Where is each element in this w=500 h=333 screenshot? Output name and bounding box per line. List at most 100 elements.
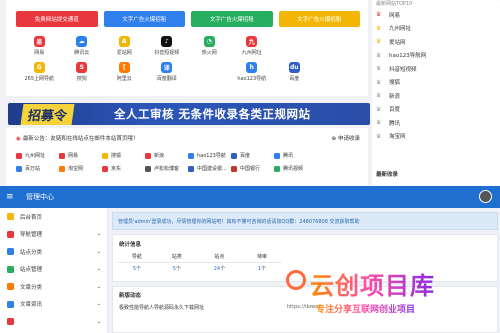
- crown-icon: ♛: [376, 119, 382, 127]
- crown-icon: ♛: [376, 11, 382, 19]
- site-favicon-icon: [274, 165, 280, 172]
- stats-value[interactable]: 5个: [157, 262, 197, 274]
- friend-link[interactable]: 新浪: [145, 152, 188, 159]
- crown-icon: ♛: [376, 65, 382, 73]
- rank-label: 网易: [389, 12, 401, 19]
- stats-value[interactable]: 5个: [117, 262, 157, 274]
- crown-icon: ♛: [376, 92, 382, 100]
- friend-link[interactable]: 中国银行: [231, 165, 274, 172]
- site-favicon-icon: [102, 165, 108, 172]
- stats-value[interactable]: 1个: [242, 262, 282, 274]
- chevron-down-icon: ⌄: [96, 248, 101, 255]
- rank-label: 腾讯: [389, 120, 401, 127]
- friend-link-label: 搜狐: [111, 153, 122, 159]
- stats-value[interactable]: 24个: [197, 262, 242, 274]
- site-favicon-icon: [102, 152, 108, 159]
- rank-sidebar: 最新网站TOP10 ♛ 网易 ♛ 九州网址 ♛ 爱站网 ♛ hao123导航网 ♛ 抖音短视频 ♛ 搜…: [372, 0, 500, 186]
- avatar[interactable]: [479, 190, 492, 203]
- rank-item[interactable]: ♛ 网易: [376, 8, 486, 22]
- rank-label: 爱站网: [389, 39, 406, 46]
- news-row-title: 极致性能导航人导航源码永久下载网址: [119, 305, 205, 311]
- rank-list: ♛ 网易 ♛ 九州网址 ♛ 爱站网 ♛ hao123导航网 ♛ 抖音短视频 ♛ 搜狐 ♛ 新浪 ♛ 百度 ♛ 腾讯…: [376, 8, 486, 143]
- article-icon: [7, 300, 14, 308]
- category-icon: [7, 248, 14, 256]
- rank-item[interactable]: ♛ 百度: [376, 103, 486, 117]
- rank-item[interactable]: ♛ 搜狐: [376, 76, 486, 90]
- crown-icon: ♛: [376, 132, 382, 140]
- site-favicon-icon: [274, 152, 280, 159]
- friend-link-label: 腾讯: [283, 153, 294, 159]
- stats-header: 站类: [156, 252, 197, 263]
- sidebar-item[interactable]: 后台首页: [0, 208, 107, 226]
- sidebar-item[interactable]: 文章资讯 ⌄: [0, 296, 107, 314]
- site-favicon-icon: [145, 165, 151, 172]
- friend-link-label: 百度: [240, 153, 251, 159]
- stats-unit: 个: [261, 265, 267, 272]
- rank-label: 搜狐: [389, 80, 401, 87]
- rank-label: 新浪: [389, 93, 401, 100]
- rank-footer: 最新收录: [376, 172, 399, 178]
- friend-link[interactable]: 淘宝网: [59, 165, 102, 172]
- rank-item[interactable]: ♛ hao123导航网: [376, 49, 486, 63]
- friend-link-label: 新浪: [154, 153, 165, 159]
- sidebar-item[interactable]: 文章分类 ⌄: [0, 278, 107, 296]
- crown-icon: ♛: [376, 24, 382, 32]
- site-favicon-icon: [16, 165, 22, 172]
- nav-icon: [7, 230, 14, 238]
- rank-item[interactable]: ♛ 九州网址: [376, 22, 486, 36]
- sidebar-item[interactable]: 站点管理 ⌄: [0, 261, 107, 279]
- friend-link[interactable]: 百万站: [16, 165, 59, 172]
- friend-link-label: 网易: [68, 153, 79, 159]
- friend-link-label: 淘宝网: [68, 166, 84, 172]
- admin-topbar: ≡ 管理中心: [0, 186, 500, 208]
- sidebar-item[interactable]: ⌄: [0, 313, 107, 331]
- rank-item[interactable]: ♛ 爱站网: [376, 35, 486, 49]
- screenshot-root: 免费网站提交通道 文字广告火爆招租 文字广告火爆招租 文字广告火爆招租 易网易 ☁ 腾讯云…: [0, 0, 500, 333]
- friend-link-label: 中国银行: [240, 166, 261, 172]
- rank-label: 百度: [389, 107, 401, 114]
- friend-link[interactable]: 腾讯视频: [274, 165, 317, 172]
- rank-label: hao123导航网: [389, 53, 427, 60]
- friend-link[interactable]: 京东: [102, 165, 145, 172]
- stats-value-row: 5个 5个 24个 1个: [117, 262, 282, 274]
- watermark-subtitle: 专注分享互联网创业项目: [316, 302, 415, 315]
- friend-link-label: 百万站: [25, 166, 41, 172]
- friend-link[interactable]: 腾讯: [274, 152, 317, 159]
- rank-label: 抖音短视频: [389, 66, 417, 73]
- notice-text[interactable]: 最新公告：友链和在线站点在邮件本站首页哦！: [23, 136, 139, 142]
- rank-item[interactable]: ♛ 淘宝网: [376, 130, 486, 144]
- sidebar-item-label: 后台首页: [20, 214, 43, 221]
- friend-link: [317, 152, 360, 159]
- links-column: ◉ 最新公告：友链和在线站点在邮件本站首页哦！ ⊕ 申请收录 九州网址 网易 搜狐 新浪…: [6, 0, 368, 186]
- rank-item[interactable]: ♛ 新浪: [376, 89, 486, 103]
- stats-header-row: 导航 站类 站点 待审: [117, 252, 282, 263]
- friend-link[interactable]: 中国建设银...: [188, 165, 231, 172]
- friend-link[interactable]: 九州网址: [16, 152, 59, 159]
- watermark-title: 云创项目库: [310, 266, 435, 301]
- friend-link-label: hao123导航: [197, 153, 226, 159]
- friend-link[interactable]: 搜狐: [102, 152, 145, 159]
- friend-link[interactable]: 百度: [231, 152, 274, 159]
- friend-link[interactable]: 卢松松博客: [145, 165, 188, 172]
- crown-icon: ♛: [376, 78, 382, 86]
- site-favicon-icon: [59, 152, 65, 159]
- stats-table: 导航 站类 站点 待审 5个 5个 24个 1个: [117, 252, 282, 274]
- notice-bar: ◉ 最新公告：友链和在线站点在邮件本站首页哦！: [16, 134, 138, 142]
- login-alert: 管理员'admin'登录成功，尽情管理你的网站吧！如有不懂可咨询的话请加QQ群：…: [112, 212, 498, 230]
- sidebar-item-label: 文章分类: [20, 284, 43, 291]
- sidebar-item-label: 站点分类: [20, 249, 43, 256]
- apply-label: 申请收录: [337, 136, 360, 142]
- speaker-icon: ◉: [16, 136, 21, 142]
- settings-icon: [7, 318, 14, 326]
- sidebar-item[interactable]: 站点分类 ⌄: [0, 243, 107, 261]
- folder-icon: [7, 283, 14, 291]
- chevron-down-icon: ⌄: [96, 231, 101, 238]
- rank-item[interactable]: ♛ 抖音短视频: [376, 62, 486, 76]
- rank-item[interactable]: ♛ 腾讯: [376, 116, 486, 130]
- friend-link[interactable]: 网易: [59, 152, 102, 159]
- crown-icon: ♛: [376, 38, 382, 46]
- sidebar-item[interactable]: 导航管理 ⌄: [0, 226, 107, 244]
- hamburger-menu-icon[interactable]: ≡: [6, 192, 14, 202]
- apply-link[interactable]: ⊕ 申请收录: [332, 134, 360, 142]
- friend-link[interactable]: hao123导航: [188, 152, 231, 159]
